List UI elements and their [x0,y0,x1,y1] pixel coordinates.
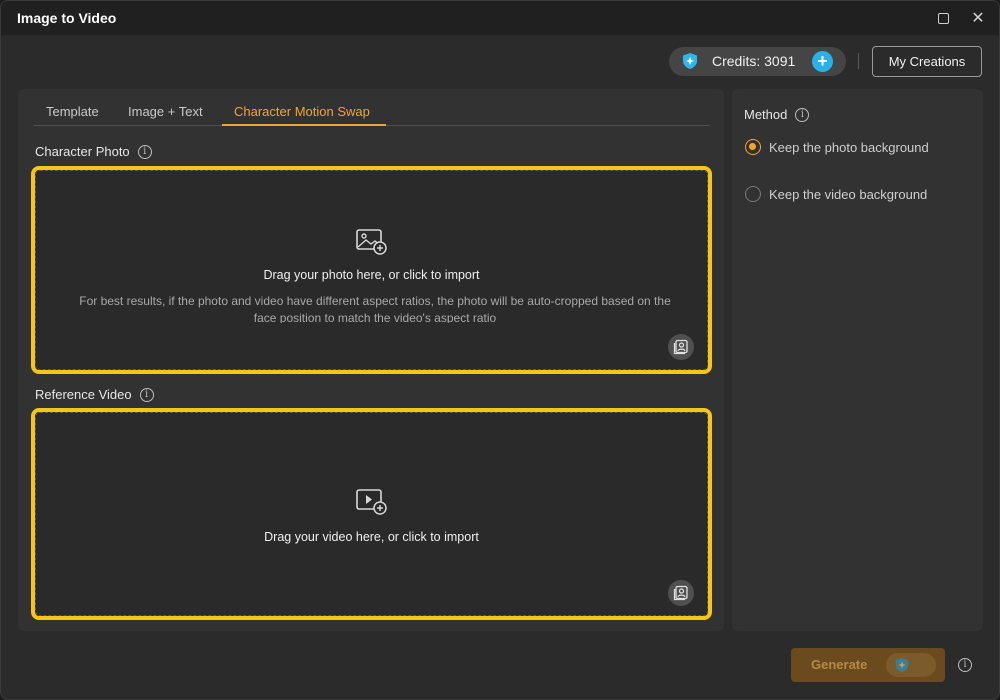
credits-shield-icon [683,53,697,69]
radio-keep-video-background[interactable]: Keep the video background [745,186,927,202]
credits-pill: Credits: 3091 + [669,47,846,76]
generate-label: Generate [811,657,868,672]
info-icon[interactable]: i [795,107,810,122]
tab-character-motion-swap[interactable]: Character Motion Swap [234,104,370,119]
mode-tabs: Template Image + Text Character Motion S… [34,101,709,126]
image-to-video-window: Image to Video ✕ Credits: 3091 + My Crea… [0,0,1000,700]
add-image-icon [356,229,387,255]
info-icon[interactable]: i [958,658,972,672]
radio-button-selected[interactable] [745,139,761,155]
method-label: Method i [744,107,810,122]
info-icon[interactable]: i [137,144,152,159]
active-tab-indicator [222,124,386,126]
character-photo-label-text: Character Photo [35,144,130,159]
close-button[interactable]: ✕ [969,9,987,27]
title-bar: Image to Video ✕ [1,1,999,35]
photo-crop-hint: For best results, if the photo and video… [79,294,671,323]
maximize-button[interactable] [934,9,952,27]
my-creations-button[interactable]: My Creations [872,46,982,77]
window-title: Image to Video [17,10,117,26]
tab-template[interactable]: Template [46,104,99,119]
credits-label: Credits: 3091 [712,53,796,69]
close-icon: ✕ [971,10,985,27]
character-photo-label: Character Photo i [35,144,152,159]
method-label-text: Method [744,107,788,122]
input-panel: Template Image + Text Character Motion S… [18,89,724,631]
video-drop-title: Drag your video here, or click to import [264,530,479,544]
maximize-icon [937,12,949,24]
reference-video-label: Reference Video i [35,387,154,402]
add-video-icon [356,489,387,515]
plus-icon: + [817,51,828,71]
method-panel: Method i Keep the photo background Keep … [732,89,983,631]
photo-library-button[interactable] [668,334,694,360]
add-credits-button[interactable]: + [812,51,833,72]
credits-shield-icon [895,657,909,673]
character-photo-dropzone[interactable]: Drag your photo here, or click to import… [31,166,712,374]
video-library-button[interactable] [668,580,694,606]
radio-keep-photo-background[interactable]: Keep the photo background [745,139,929,155]
info-icon[interactable]: i [139,387,154,402]
reference-video-dropzone[interactable]: Drag your video here, or click to import [31,408,712,620]
portrait-gallery-icon [673,339,688,355]
radio-label: Keep the video background [769,186,928,202]
photo-drop-title: Drag your photo here, or click to import [263,268,480,282]
header-divider [858,53,859,69]
generate-button[interactable]: Generate [791,648,945,682]
credit-cost-badge [886,653,936,677]
tab-image-text[interactable]: Image + Text [128,104,203,119]
radio-label: Keep the photo background [769,139,929,155]
reference-video-label-text: Reference Video [35,387,132,402]
portrait-gallery-icon [673,585,688,601]
radio-button[interactable] [745,186,761,202]
